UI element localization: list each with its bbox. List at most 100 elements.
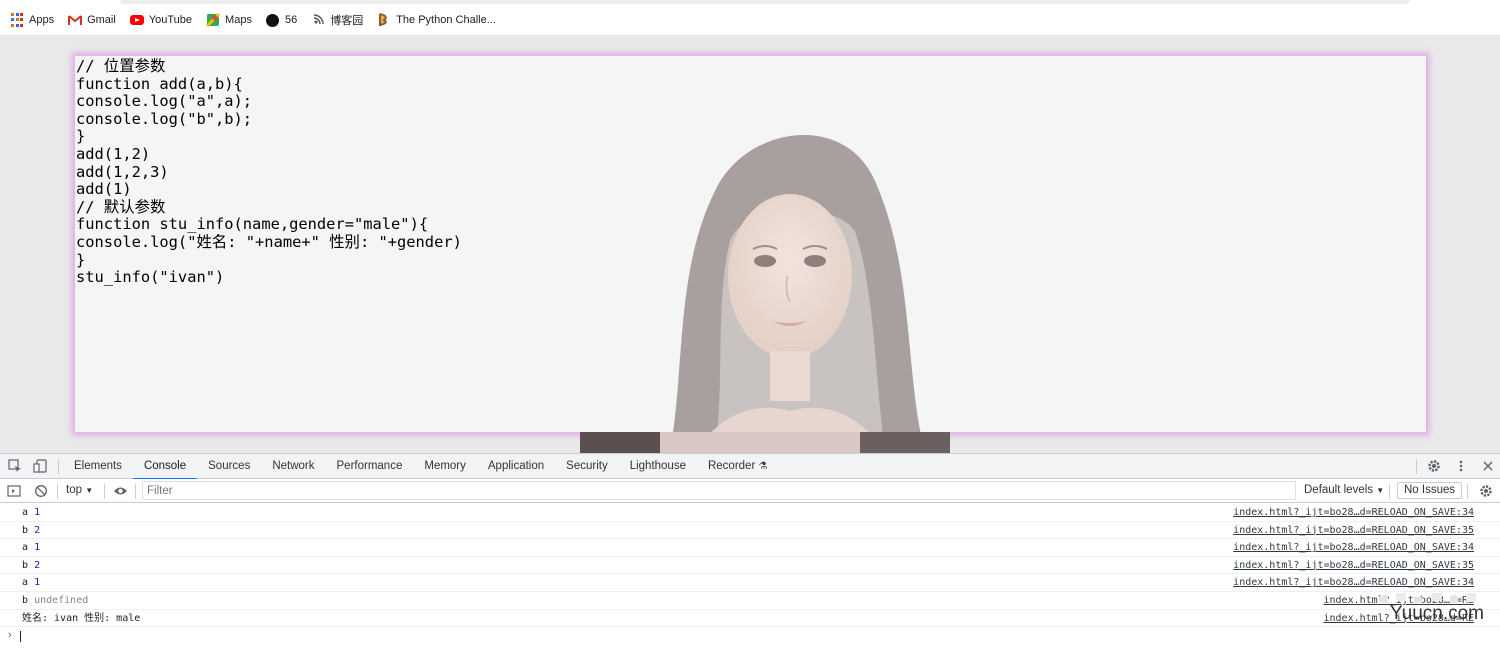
code-snippet: // 位置参数 function add(a,b){console.log("a"… [75,56,463,289]
settings-gear-icon[interactable] [1427,459,1441,473]
watermark: Yuucn.com [1380,591,1484,625]
watermark-text: Yuucn.com [1390,603,1484,624]
code-line: add(1,2,3) [76,162,169,181]
omnibox-edge [120,0,1410,4]
cnblogs-icon [311,13,325,27]
console-filter-input[interactable] [142,481,1296,500]
source-link[interactable]: index.html?_ijt=bo28…d=RELOAD_ON_SAVE:34 [1233,504,1474,521]
console-row: a 1 index.html?_ijt=bo28…d=RELOAD_ON_SAV… [0,574,1500,592]
devtools-panel: Elements Console Sources Network Perform… [0,453,1500,649]
tab-network[interactable]: Network [261,454,325,479]
log-message: a 1 [22,507,41,518]
dropdown-arrow-icon: ▼ [85,486,94,495]
tab-memory[interactable]: Memory [413,454,477,479]
console-log: a 1 index.html?_ijt=bo28…d=RELOAD_ON_SAV… [0,504,1500,645]
bookmark-label: 博客园 [330,15,364,27]
divider [135,484,136,499]
clear-console-icon[interactable] [34,484,48,498]
bookmark-label: Maps [225,14,252,26]
bookmark-apps[interactable]: Apps [10,13,54,27]
code-line: } [76,250,86,269]
bookmark-label: 56 [284,14,298,26]
console-row: 姓名: ivan 性别: male index.html?_ijt=bo28…d… [0,610,1500,628]
log-message: 姓名: ivan 性别: male [22,612,141,624]
log-levels-dropdown[interactable]: Default levels ▼ [1304,484,1384,496]
divider [58,459,59,474]
source-link[interactable]: index.html?_ijt=bo28…d=RELOAD_ON_SAVE:35 [1233,522,1474,539]
console-settings-gear-icon[interactable] [1479,484,1493,498]
bookmark-python-challenge[interactable]: The Python Challe... [377,13,496,27]
bookmark-label: The Python Challe... [396,14,496,26]
chevron-right-icon: › [8,629,12,642]
tab-security[interactable]: Security [555,454,619,479]
code-line: } [76,127,86,146]
bookmark-gmail[interactable]: Gmail [68,13,116,27]
log-message: a 1 [22,542,41,554]
tab-label: Recorder [707,460,756,472]
apps-grid-icon [10,13,24,27]
live-expression-eye-icon[interactable] [113,484,127,498]
bookmark-label: Apps [29,14,55,26]
bookmark-cnblogs[interactable]: 博客园 [311,12,363,28]
page-viewport: // 位置参数 function add(a,b){console.log("a"… [0,36,1500,453]
inspect-element-icon[interactable] [8,459,22,473]
log-message: b 2 [22,524,41,536]
code-line: function add(a,b){ [76,74,243,93]
python-challenge-icon [377,13,391,27]
bookmark-list: Apps Gmail YouTube Maps 56 博客园 The Pytho… [10,12,496,28]
tab-lighthouse[interactable]: Lighthouse [619,454,697,479]
bookmark-label: Gmail [87,14,116,26]
console-row: b 2 index.html?_ijt=bo28…d=RELOAD_ON_SAV… [0,522,1500,540]
tab-recorder[interactable]: Recorder ⚗ [697,454,778,479]
site-56-icon [266,13,280,27]
dropdown-arrow-icon: ▼ [1376,486,1385,495]
code-line: console.log("b",b); [76,109,253,128]
console-row: b 2 index.html?_ijt=bo28…d=RELOAD_ON_SAV… [0,557,1500,575]
code-line: function stu_info(name,gender="male"){ [76,215,429,234]
source-link[interactable]: index.html?_ijt=bo28…d=RELOAD_ON_SAVE:34 [1233,539,1474,556]
tab-elements[interactable]: Elements [63,454,133,479]
tab-sources[interactable]: Sources [197,454,261,479]
bookmark-youtube[interactable]: YouTube [129,13,193,27]
show-sidebar-icon[interactable] [7,484,21,498]
device-toolbar-icon[interactable] [33,459,47,473]
context-label: top [66,484,82,496]
bookmark-label: YouTube [148,14,193,26]
source-link[interactable]: index.html?_ijt=bo28…d=RELOAD_ON_SAVE:34 [1233,574,1474,591]
source-link[interactable]: index.html?_ijt=bo28…d=RELOAD_ON_SAVE:35 [1233,557,1474,574]
close-icon[interactable] [1481,459,1495,473]
gmail-icon [68,13,83,27]
more-options-icon[interactable] [1454,459,1468,473]
bookmark-maps[interactable]: Maps [206,13,252,27]
tab-console[interactable]: Console [132,454,198,480]
console-row: b undefined index.html?_ijt=bo28…d=RE [0,592,1500,610]
code-line: console.log("a",a); [76,92,253,111]
divider [1416,459,1417,474]
tab-performance[interactable]: Performance [326,454,414,479]
bookmark-56[interactable]: 56 [266,13,297,27]
log-levels-label: Default levels [1304,484,1374,496]
context-selector[interactable]: top ▼ [66,484,93,496]
code-line: // 默认参数 [76,197,166,216]
log-message: b undefined [22,594,89,606]
content-card: // 位置参数 function add(a,b){console.log("a"… [75,56,1426,432]
divider [1467,484,1468,499]
console-row: a 1 index.html?_ijt=bo28…d=RELOAD_ON_SAV… [0,539,1500,557]
portrait-background-image [673,135,921,432]
maps-icon [206,13,221,27]
text-caret [20,631,21,643]
divider [1389,484,1390,499]
code-line: // 位置参数 [76,57,166,75]
tab-application[interactable]: Application [477,454,555,479]
devtools-tab-bar: Elements Console Sources Network Perform… [0,454,1500,480]
console-prompt[interactable]: › [0,627,1500,645]
log-message: b 2 [22,559,41,571]
code-line: add(1,2) [76,144,151,163]
youtube-icon [129,13,144,27]
flask-icon: ⚗ [758,461,768,472]
code-line: console.log("姓名: "+name+" 性别: "+gender) [76,232,462,251]
divider [104,484,105,499]
issues-button[interactable]: No Issues [1397,482,1463,499]
devtools-tabs: Elements Console Sources Network Perform… [63,454,778,480]
console-row: a 1 index.html?_ijt=bo28…d=RELOAD_ON_SAV… [0,504,1500,522]
